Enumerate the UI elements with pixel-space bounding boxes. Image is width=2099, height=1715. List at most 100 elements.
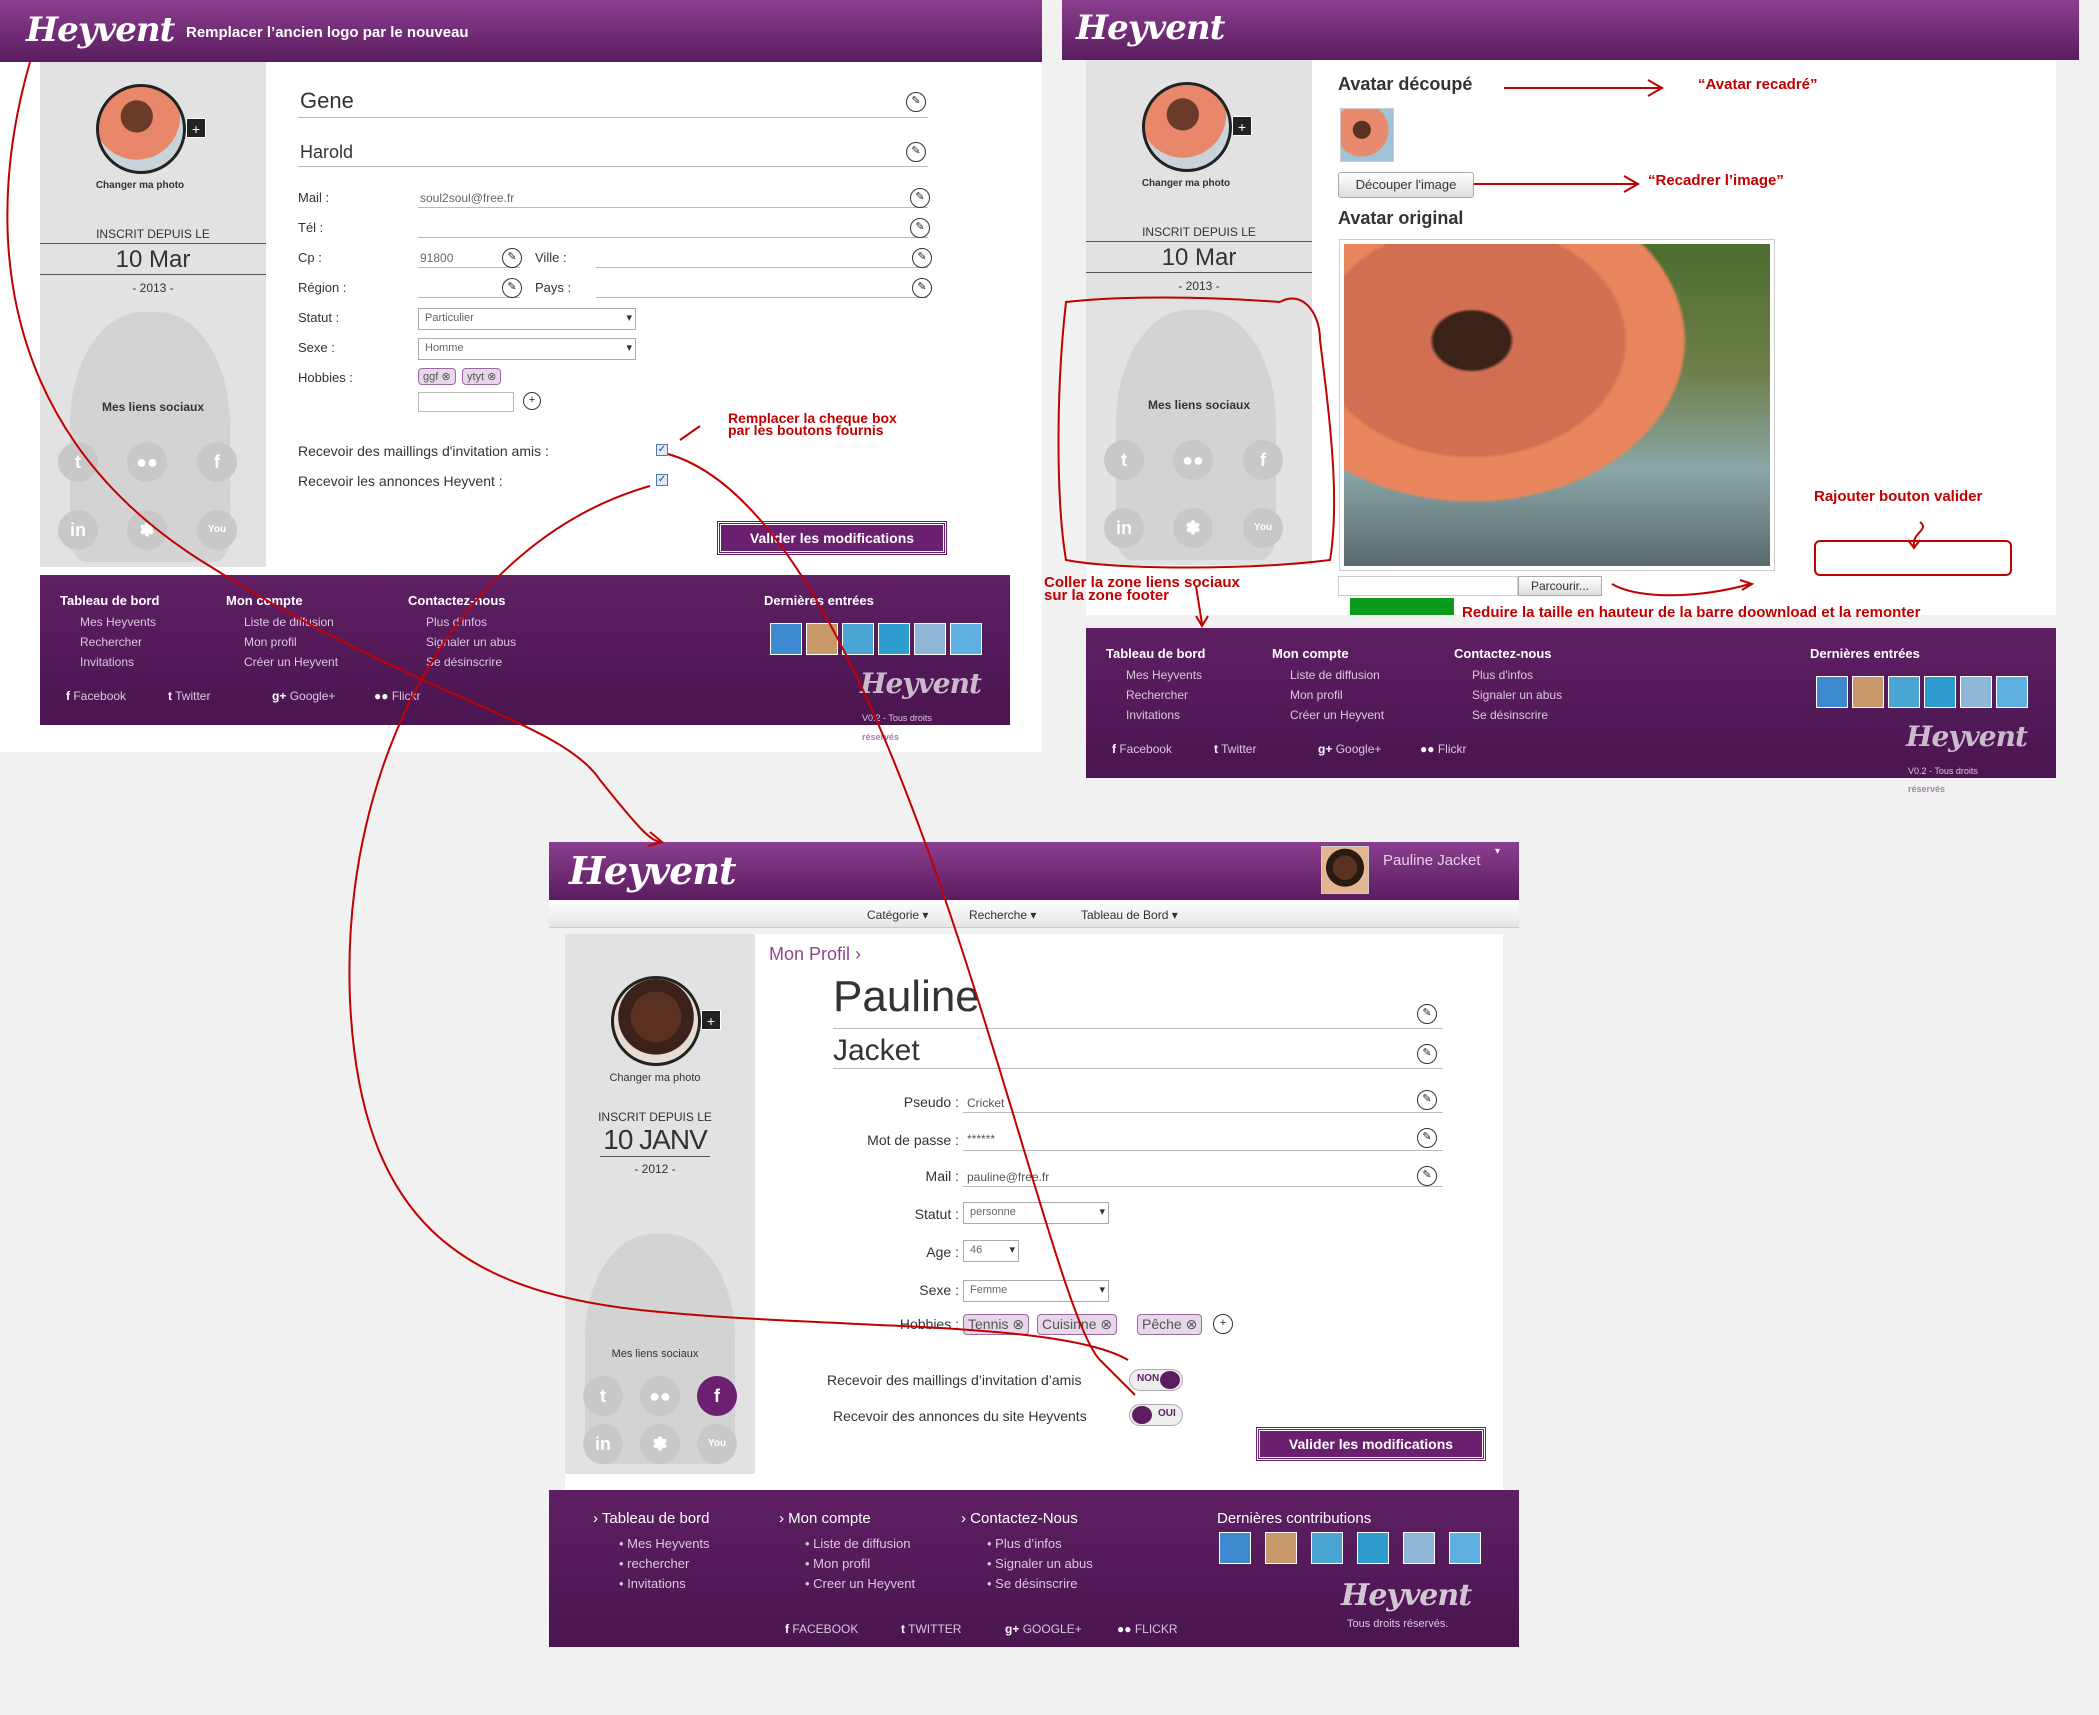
footer-twitter[interactable]: t Twitter xyxy=(1214,742,1256,756)
add-photo-icon[interactable]: + xyxy=(186,118,206,138)
mail-value[interactable]: soul2soul@free.fr xyxy=(420,191,514,205)
add-photo-icon[interactable]: + xyxy=(701,1010,721,1030)
pays-line[interactable] xyxy=(596,297,928,298)
nav-item-categorie[interactable]: Catégorie ▾ xyxy=(867,908,928,922)
footer-link[interactable]: Rechercher xyxy=(1126,688,1188,702)
myspace-icon[interactable]: ✽ xyxy=(1173,508,1213,548)
avatar[interactable] xyxy=(96,84,186,174)
twitter-icon[interactable]: t xyxy=(58,442,98,482)
edit-password-icon[interactable]: ✎ xyxy=(1417,1128,1437,1148)
ville-line[interactable] xyxy=(596,267,928,268)
recent-thumb[interactable] xyxy=(1219,1532,1251,1564)
mail-value[interactable]: pauline@free.fr xyxy=(967,1170,1049,1184)
edit-mail-icon[interactable]: ✎ xyxy=(1417,1166,1437,1186)
footer-link[interactable]: Se désinscrire xyxy=(1472,708,1548,722)
flickr-icon[interactable]: ●● xyxy=(1173,440,1213,480)
recent-thumb[interactable] xyxy=(950,623,982,655)
myspace-icon[interactable]: ✽ xyxy=(127,510,167,550)
edit-last-name-icon[interactable]: ✎ xyxy=(1417,1044,1437,1064)
hobby-tag[interactable]: Tennis ⊗ xyxy=(963,1314,1030,1335)
footer-col1-title[interactable]: › Tableau de bord xyxy=(593,1510,710,1527)
footer-link[interactable]: Rechercher xyxy=(80,635,142,649)
footer-flickr[interactable]: ●● FLICKR xyxy=(1117,1622,1178,1636)
footer-col1-title[interactable]: Tableau de bord xyxy=(1106,646,1205,661)
footer-link[interactable]: Mon profil xyxy=(1290,688,1343,702)
footer-flickr[interactable]: ●● Flickr xyxy=(1420,742,1467,756)
footer-link[interactable]: Créer un Heyvent xyxy=(1290,708,1384,722)
edit-mail-icon[interactable]: ✎ xyxy=(910,188,930,208)
recent-thumb[interactable] xyxy=(878,623,910,655)
recent-thumb[interactable] xyxy=(1265,1532,1297,1564)
user-name[interactable]: Pauline Jacket xyxy=(1383,852,1481,869)
footer-link[interactable]: Invitations xyxy=(1126,708,1180,722)
footer-link[interactable]: • rechercher xyxy=(619,1556,689,1571)
youtube-icon[interactable]: You xyxy=(197,510,237,550)
footer-col3-title[interactable]: › Contactez-Nous xyxy=(961,1510,1078,1527)
mailing-toggle[interactable]: NON xyxy=(1129,1369,1183,1391)
recent-thumb[interactable] xyxy=(1403,1532,1435,1564)
footer-col3-title[interactable]: Contactez-nous xyxy=(408,593,506,608)
edit-pseudo-icon[interactable]: ✎ xyxy=(1417,1090,1437,1110)
recent-thumb[interactable] xyxy=(806,623,838,655)
footer-twitter[interactable]: t TWITTER xyxy=(901,1622,961,1636)
myspace-icon[interactable]: ✽ xyxy=(640,1424,680,1464)
footer-link[interactable]: • Mon profil xyxy=(805,1556,870,1571)
statut-select[interactable]: personne xyxy=(963,1202,1109,1224)
twitter-icon[interactable]: t xyxy=(1104,440,1144,480)
footer-google[interactable]: g+ GOOGLE+ xyxy=(1005,1622,1082,1636)
edit-region-icon[interactable]: ✎ xyxy=(502,278,522,298)
recent-thumb[interactable] xyxy=(770,623,802,655)
change-photo-link[interactable]: Changer ma photo xyxy=(40,180,240,191)
footer-link[interactable]: • Se désinscrire xyxy=(987,1576,1078,1591)
youtube-icon[interactable]: You xyxy=(1243,508,1283,548)
footer-col1-title[interactable]: Tableau de bord xyxy=(60,593,159,608)
edit-ville-icon[interactable]: ✎ xyxy=(912,248,932,268)
edit-first-name-icon[interactable]: ✎ xyxy=(906,92,926,112)
footer-link[interactable]: Mes Heyvents xyxy=(80,615,156,629)
user-avatar[interactable] xyxy=(1321,846,1369,894)
add-hobby-icon[interactable]: + xyxy=(1213,1314,1233,1334)
add-photo-icon[interactable]: + xyxy=(1232,116,1252,136)
facebook-icon[interactable]: f xyxy=(197,442,237,482)
logo[interactable]: Heyvent xyxy=(26,10,175,50)
annonces-toggle[interactable]: OUI xyxy=(1129,1404,1183,1426)
hobby-tag[interactable]: Pêche ⊗ xyxy=(1137,1314,1203,1335)
password-value[interactable]: ****** xyxy=(967,1132,995,1146)
logo[interactable]: Heyvent xyxy=(1076,8,1225,48)
edit-last-name-icon[interactable]: ✎ xyxy=(906,142,926,162)
recent-thumb[interactable] xyxy=(1924,676,1956,708)
footer-link[interactable]: • Creer un Heyvent xyxy=(805,1576,915,1591)
annonces-checkbox[interactable]: ✓ xyxy=(656,474,668,486)
footer-google[interactable]: g+ Google+ xyxy=(272,689,335,703)
mailing-checkbox[interactable]: ✓ xyxy=(656,444,668,456)
footer-col2-title[interactable]: Mon compte xyxy=(226,593,303,608)
recent-thumb[interactable] xyxy=(1852,676,1884,708)
footer-twitter[interactable]: t Twitter xyxy=(168,689,210,703)
logo[interactable]: Heyvent xyxy=(569,848,737,893)
linkedin-icon[interactable]: in xyxy=(58,510,98,550)
footer-link[interactable]: Liste de diffusion xyxy=(1290,668,1380,682)
footer-col2-title[interactable]: › Mon compte xyxy=(779,1510,871,1527)
footer-google[interactable]: g+ Google+ xyxy=(1318,742,1381,756)
edit-tel-icon[interactable]: ✎ xyxy=(910,218,930,238)
hobby-tag[interactable]: Cuisinne ⊗ xyxy=(1037,1314,1118,1335)
nav-item-tableau[interactable]: Tableau de Bord ▾ xyxy=(1081,908,1178,922)
avatar[interactable] xyxy=(1142,82,1232,172)
pseudo-value[interactable]: Cricket xyxy=(967,1096,1004,1110)
breadcrumb[interactable]: Mon Profil › xyxy=(769,944,861,965)
footer-link[interactable]: Liste de diffusion xyxy=(244,615,334,629)
avatar[interactable] xyxy=(611,976,701,1066)
edit-first-name-icon[interactable]: ✎ xyxy=(1417,1004,1437,1024)
facebook-icon[interactable]: f xyxy=(697,1376,737,1416)
footer-facebook[interactable]: f FACEBOOK xyxy=(785,1622,858,1636)
linkedin-icon[interactable]: in xyxy=(1104,508,1144,548)
flickr-icon[interactable]: ●● xyxy=(640,1376,680,1416)
footer-link[interactable]: • Plus d’infos xyxy=(987,1536,1062,1551)
hobby-tag[interactable]: ytyt ⊗ xyxy=(462,368,502,385)
tel-line[interactable] xyxy=(418,237,928,238)
hobby-input[interactable] xyxy=(418,392,514,412)
footer-link[interactable]: Mon profil xyxy=(244,635,297,649)
footer-link[interactable]: Mes Heyvents xyxy=(1126,668,1202,682)
hobby-tag[interactable]: ggf ⊗ xyxy=(418,368,456,385)
footer-facebook[interactable]: f Facebook xyxy=(1112,742,1172,756)
